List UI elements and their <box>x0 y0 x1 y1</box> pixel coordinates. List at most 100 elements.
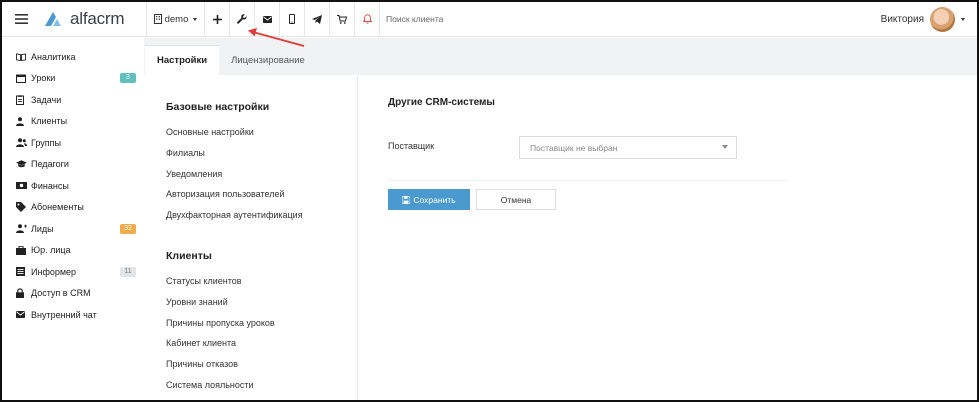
lock-icon <box>16 288 28 299</box>
menu-toggle-button[interactable] <box>2 2 40 37</box>
sidebar-item-lessons[interactable]: Уроки 3 <box>2 68 144 90</box>
app-window: alfacrm demo Поиск клиента Виктория Анал… <box>0 0 979 402</box>
nav-link-notifications[interactable]: Уведомления <box>166 168 357 189</box>
sidebar-item-label: Аналитика <box>31 51 76 62</box>
cancel-button[interactable]: Отмена <box>476 189 556 210</box>
tag-icon <box>16 202 28 213</box>
provider-select[interactable]: Поставщик не выбран <box>519 136 737 159</box>
floppy-disk-icon <box>402 195 411 204</box>
briefcase-icon <box>16 245 28 255</box>
sidebar-item-legal-entities[interactable]: Юр. лица <box>2 240 144 262</box>
sidebar-item-crm-access[interactable]: Доступ в CRM <box>2 283 144 305</box>
top-bar: alfacrm demo Поиск клиента Виктория <box>2 2 977 37</box>
sidebar-item-clients[interactable]: Клиенты <box>2 111 144 133</box>
logo-mark-icon <box>45 12 61 26</box>
bell-icon <box>362 14 372 24</box>
telegram-button[interactable] <box>305 2 329 37</box>
nav-link-client-cabinet[interactable]: Кабинет клиента <box>166 337 357 358</box>
nav-link-refusal-reasons[interactable]: Причины отказов <box>166 358 357 379</box>
sidebar-item-teachers[interactable]: Педагоги <box>2 154 144 176</box>
nav-link-branches[interactable]: Филиалы <box>166 147 357 168</box>
provider-label: Поставщик <box>388 141 435 151</box>
sidebar-item-label: Задачи <box>31 94 62 105</box>
save-button-label: Сохранить <box>413 194 456 205</box>
nav-link-absence-reasons[interactable]: Причины пропуска уроков <box>166 317 357 338</box>
tab-bar: Настройки Лицензирование <box>144 38 977 75</box>
newspaper-icon <box>16 267 28 277</box>
provider-select-value: Поставщик не выбран <box>530 142 618 153</box>
mobile-phone-icon <box>289 14 295 24</box>
wrench-icon <box>237 14 247 24</box>
money-icon <box>16 181 28 191</box>
nav-link-knowledge-levels[interactable]: Уровни знаний <box>166 296 357 317</box>
logo[interactable]: alfacrm <box>40 2 146 37</box>
paper-plane-icon <box>312 14 322 24</box>
sidebar-item-leads[interactable]: Лиды 32 <box>2 218 144 240</box>
clipboard-icon <box>16 95 28 105</box>
sidebar-item-label: Клиенты <box>31 116 68 127</box>
plus-icon <box>212 14 222 24</box>
envelope-icon <box>262 15 272 23</box>
cart-button[interactable] <box>330 2 354 37</box>
client-search[interactable] <box>386 2 881 37</box>
sidebar-item-label: Финансы <box>31 180 69 191</box>
sidebar: Аналитика Уроки 3 Задачи Клиенты Группы … <box>2 38 144 400</box>
phone-button[interactable] <box>280 2 304 37</box>
book-icon <box>16 52 28 62</box>
sidebar-item-label: Лиды <box>31 223 54 234</box>
caret-down-icon <box>722 145 728 149</box>
sidebar-item-label: Внутренний чат <box>31 309 97 320</box>
hamburger-icon <box>14 14 28 24</box>
graduation-cap-icon <box>16 159 28 169</box>
tab-licensing[interactable]: Лицензирование <box>219 45 317 75</box>
sidebar-item-informer[interactable]: Информер 11 <box>2 261 144 283</box>
sidebar-item-groups[interactable]: Группы <box>2 132 144 154</box>
user-icon <box>16 116 28 126</box>
caret-down-icon <box>193 17 198 21</box>
sidebar-item-label: Информер <box>31 266 77 277</box>
mail-button[interactable] <box>255 2 279 37</box>
user-name: Виктория <box>880 13 924 25</box>
sidebar-item-label: Педагоги <box>31 159 69 170</box>
cancel-button-label: Отмена <box>500 194 532 205</box>
building-icon <box>153 14 162 24</box>
sidebar-item-finance[interactable]: Финансы <box>2 175 144 197</box>
settings-button[interactable] <box>230 2 254 37</box>
nav-link-loyalty-system[interactable]: Система лояльности <box>166 379 357 400</box>
divider <box>388 180 788 181</box>
sidebar-item-label: Доступ в CRM <box>31 288 91 299</box>
notifications-button[interactable] <box>355 2 379 37</box>
sidebar-item-analytics[interactable]: Аналитика <box>2 46 144 68</box>
caret-down-icon <box>961 17 965 21</box>
calendar-icon <box>16 73 28 83</box>
tab-settings[interactable]: Настройки <box>145 45 220 75</box>
nav-link-user-auth[interactable]: Авторизация пользователей <box>166 188 357 209</box>
add-button[interactable] <box>205 2 229 37</box>
sidebar-item-internal-chat[interactable]: Внутренний чат <box>2 304 144 326</box>
settings-nav: Базовые настройки Основные настройки Фил… <box>144 75 358 400</box>
user-plus-icon <box>16 224 28 234</box>
sidebar-item-tasks[interactable]: Задачи <box>2 89 144 111</box>
count-badge: 3 <box>120 73 136 84</box>
section-title: Другие CRM-системы <box>388 97 495 108</box>
count-badge: 32 <box>120 223 136 234</box>
nav-link-main-settings[interactable]: Основные настройки <box>166 126 357 147</box>
avatar <box>930 6 955 32</box>
nav-link-client-statuses[interactable]: Статусы клиентов <box>166 275 357 296</box>
nav-link-two-factor[interactable]: Двухфакторная аутентификация <box>166 209 357 230</box>
section-heading-clients: Клиенты <box>166 249 212 262</box>
sidebar-item-label: Уроки <box>31 73 56 84</box>
search-input[interactable] <box>386 14 586 24</box>
branch-selector[interactable]: demo <box>147 2 204 37</box>
user-menu[interactable]: Виктория <box>881 2 965 37</box>
sidebar-item-label: Группы <box>31 137 61 148</box>
save-button[interactable]: Сохранить <box>388 189 470 210</box>
sidebar-item-subscriptions[interactable]: Абонементы <box>2 197 144 219</box>
sidebar-item-label: Абонементы <box>31 202 84 213</box>
logo-text: alfacrm <box>70 9 125 28</box>
separator <box>379 2 380 37</box>
users-icon <box>16 138 28 148</box>
count-badge: 11 <box>120 266 136 277</box>
settings-form: Другие CRM-системы Поставщик Поставщик н… <box>388 75 977 400</box>
